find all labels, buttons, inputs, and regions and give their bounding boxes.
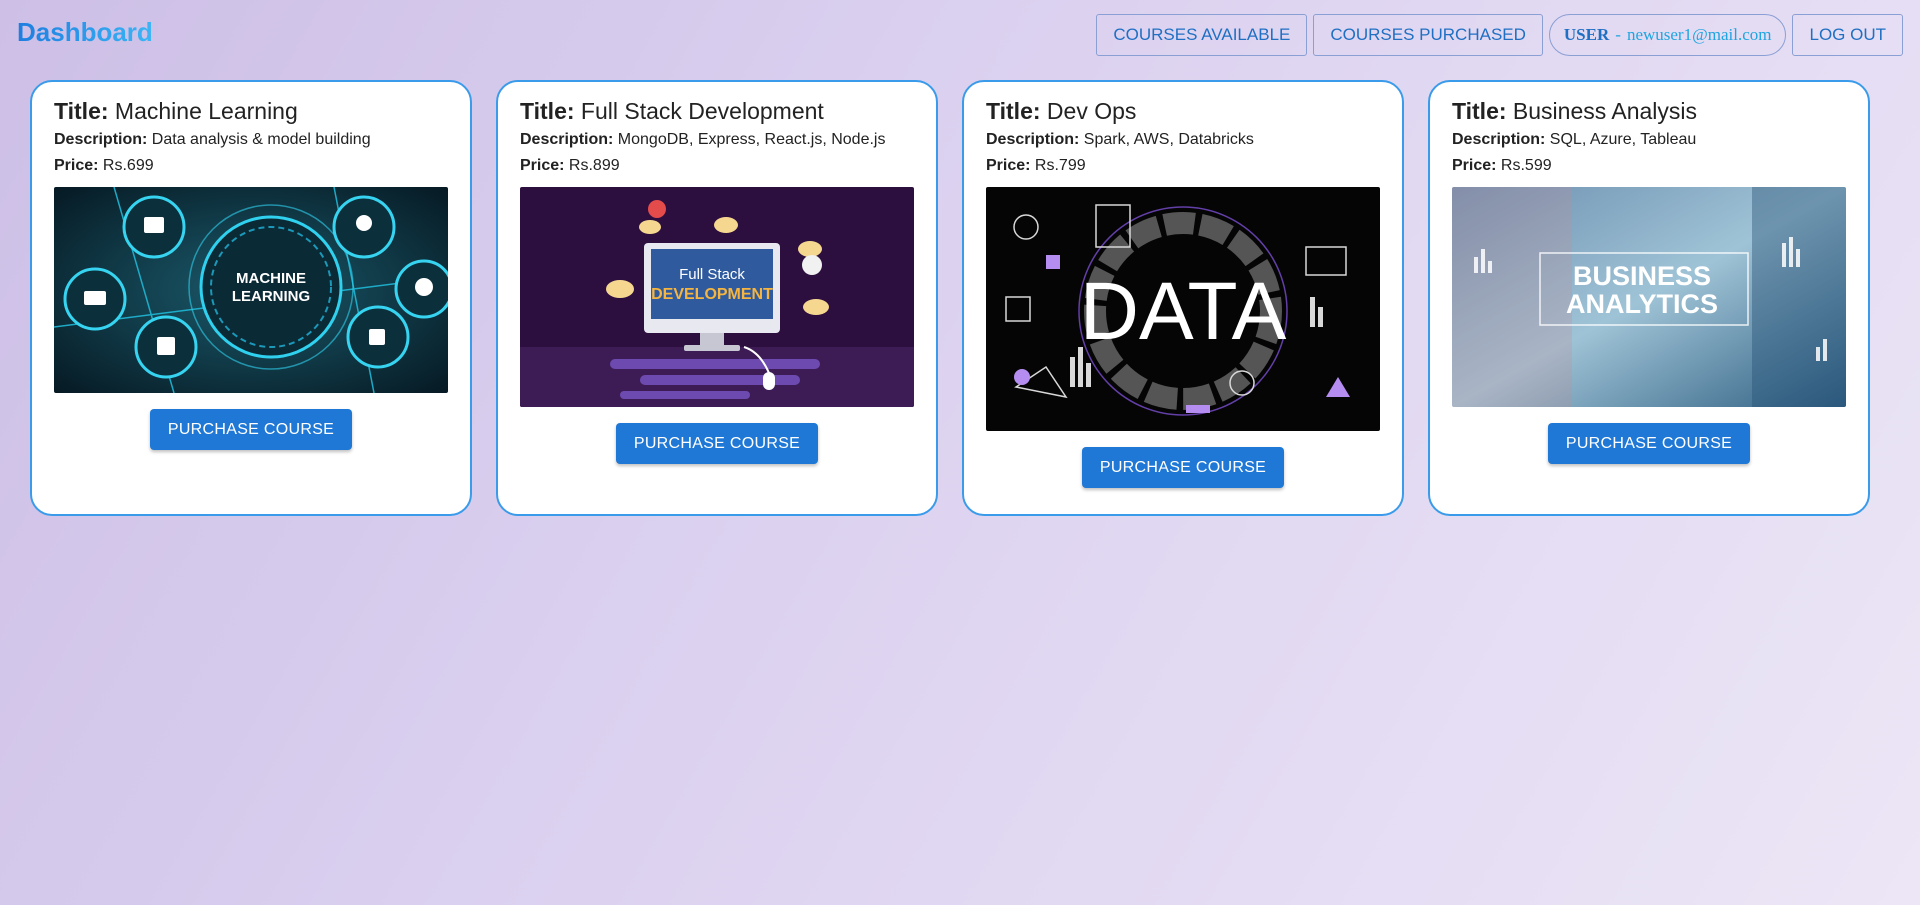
description-label: Description: bbox=[54, 131, 148, 148]
user-separator: - bbox=[1615, 25, 1621, 44]
logout-button[interactable]: LOG OUT bbox=[1792, 14, 1903, 56]
user-email: newuser1@mail.com bbox=[1626, 25, 1772, 44]
course-price-value: Rs.699 bbox=[102, 157, 154, 174]
course-title: Title: Full Stack Development bbox=[520, 98, 914, 125]
course-description-value: MongoDB, Express, React.js, Node.js bbox=[617, 131, 886, 148]
course-title-value: Full Stack Development bbox=[580, 98, 824, 124]
price-label: Price: bbox=[54, 157, 99, 174]
title-label: Title: bbox=[986, 98, 1041, 124]
course-title-value: Business Analysis bbox=[1512, 98, 1698, 124]
course-description-value: Data analysis & model building bbox=[151, 131, 371, 148]
course-price: Price: Rs.699 bbox=[54, 157, 448, 175]
ba-image-text-2: ANALYTICS bbox=[1566, 289, 1718, 319]
course-description-value: SQL, Azure, Tableau bbox=[1549, 131, 1697, 148]
course-price: Price: Rs.899 bbox=[520, 157, 914, 175]
course-description-value: Spark, AWS, Databricks bbox=[1083, 131, 1254, 148]
description-label: Description: bbox=[520, 131, 614, 148]
course-title-value: Dev Ops bbox=[1046, 98, 1137, 124]
title-label: Title: bbox=[1452, 98, 1507, 124]
course-title-value: Machine Learning bbox=[114, 98, 298, 124]
ml-image-text-1: MACHINE bbox=[236, 270, 306, 287]
app-title[interactable]: Dashboard bbox=[17, 17, 153, 48]
course-title: Title: Dev Ops bbox=[986, 98, 1380, 125]
course-card: Title: Business Analysis Description: SQ… bbox=[1428, 80, 1870, 516]
ml-image-text-2: LEARNING bbox=[232, 288, 310, 305]
course-image: DATA bbox=[986, 187, 1380, 431]
course-description: Description: SQL, Azure, Tableau bbox=[1452, 131, 1846, 149]
course-description: Description: Spark, AWS, Databricks bbox=[986, 131, 1380, 149]
course-image: MACHINE LEARNING bbox=[54, 187, 448, 393]
course-image: Full Stack DEVELOPMENT bbox=[520, 187, 914, 407]
course-price-value: Rs.799 bbox=[1034, 157, 1086, 174]
courses-available-button[interactable]: COURSES AVAILABLE bbox=[1096, 14, 1308, 56]
course-price: Price: Rs.599 bbox=[1452, 157, 1846, 175]
description-label: Description: bbox=[1452, 131, 1546, 148]
course-card: Title: Machine Learning Description: Dat… bbox=[30, 80, 472, 516]
title-label: Title: bbox=[54, 98, 109, 124]
purchase-course-button[interactable]: PURCHASE COURSE bbox=[1081, 447, 1285, 488]
price-label: Price: bbox=[1452, 157, 1497, 174]
purchase-course-button[interactable]: PURCHASE COURSE bbox=[1547, 423, 1751, 464]
purchase-course-button[interactable]: PURCHASE COURSE bbox=[615, 423, 819, 464]
course-title: Title: Machine Learning bbox=[54, 98, 448, 125]
course-price: Price: Rs.799 bbox=[986, 157, 1380, 175]
fs-image-text-1: Full Stack bbox=[679, 266, 745, 283]
course-description: Description: Data analysis & model build… bbox=[54, 131, 448, 149]
courses-purchased-button[interactable]: COURSES PURCHASED bbox=[1313, 14, 1543, 56]
user-badge[interactable]: USER - newuser1@mail.com bbox=[1548, 14, 1787, 56]
title-label: Title: bbox=[520, 98, 575, 124]
course-card: Title: Full Stack Development Descriptio… bbox=[496, 80, 938, 516]
course-price-value: Rs.899 bbox=[568, 157, 620, 174]
course-description: Description: MongoDB, Express, React.js,… bbox=[520, 131, 914, 149]
course-grid: Title: Machine Learning Description: Dat… bbox=[30, 80, 1870, 516]
fs-image-text-2: DEVELOPMENT bbox=[651, 286, 773, 303]
price-label: Price: bbox=[520, 157, 565, 174]
course-title: Title: Business Analysis bbox=[1452, 98, 1846, 125]
ba-image-text-1: BUSINESS bbox=[1573, 261, 1711, 291]
price-label: Price: bbox=[986, 157, 1031, 174]
description-label: Description: bbox=[986, 131, 1080, 148]
top-nav: COURSES AVAILABLE COURSES PURCHASED USER… bbox=[1096, 14, 1903, 56]
course-card: Title: Dev Ops Description: Spark, AWS, … bbox=[962, 80, 1404, 516]
devops-image-text: DATA bbox=[1080, 266, 1287, 357]
purchase-course-button[interactable]: PURCHASE COURSE bbox=[149, 409, 353, 450]
course-price-value: Rs.599 bbox=[1500, 157, 1552, 174]
user-label: USER bbox=[1563, 25, 1610, 44]
course-image: BUSINESS ANALYTICS bbox=[1452, 187, 1846, 407]
